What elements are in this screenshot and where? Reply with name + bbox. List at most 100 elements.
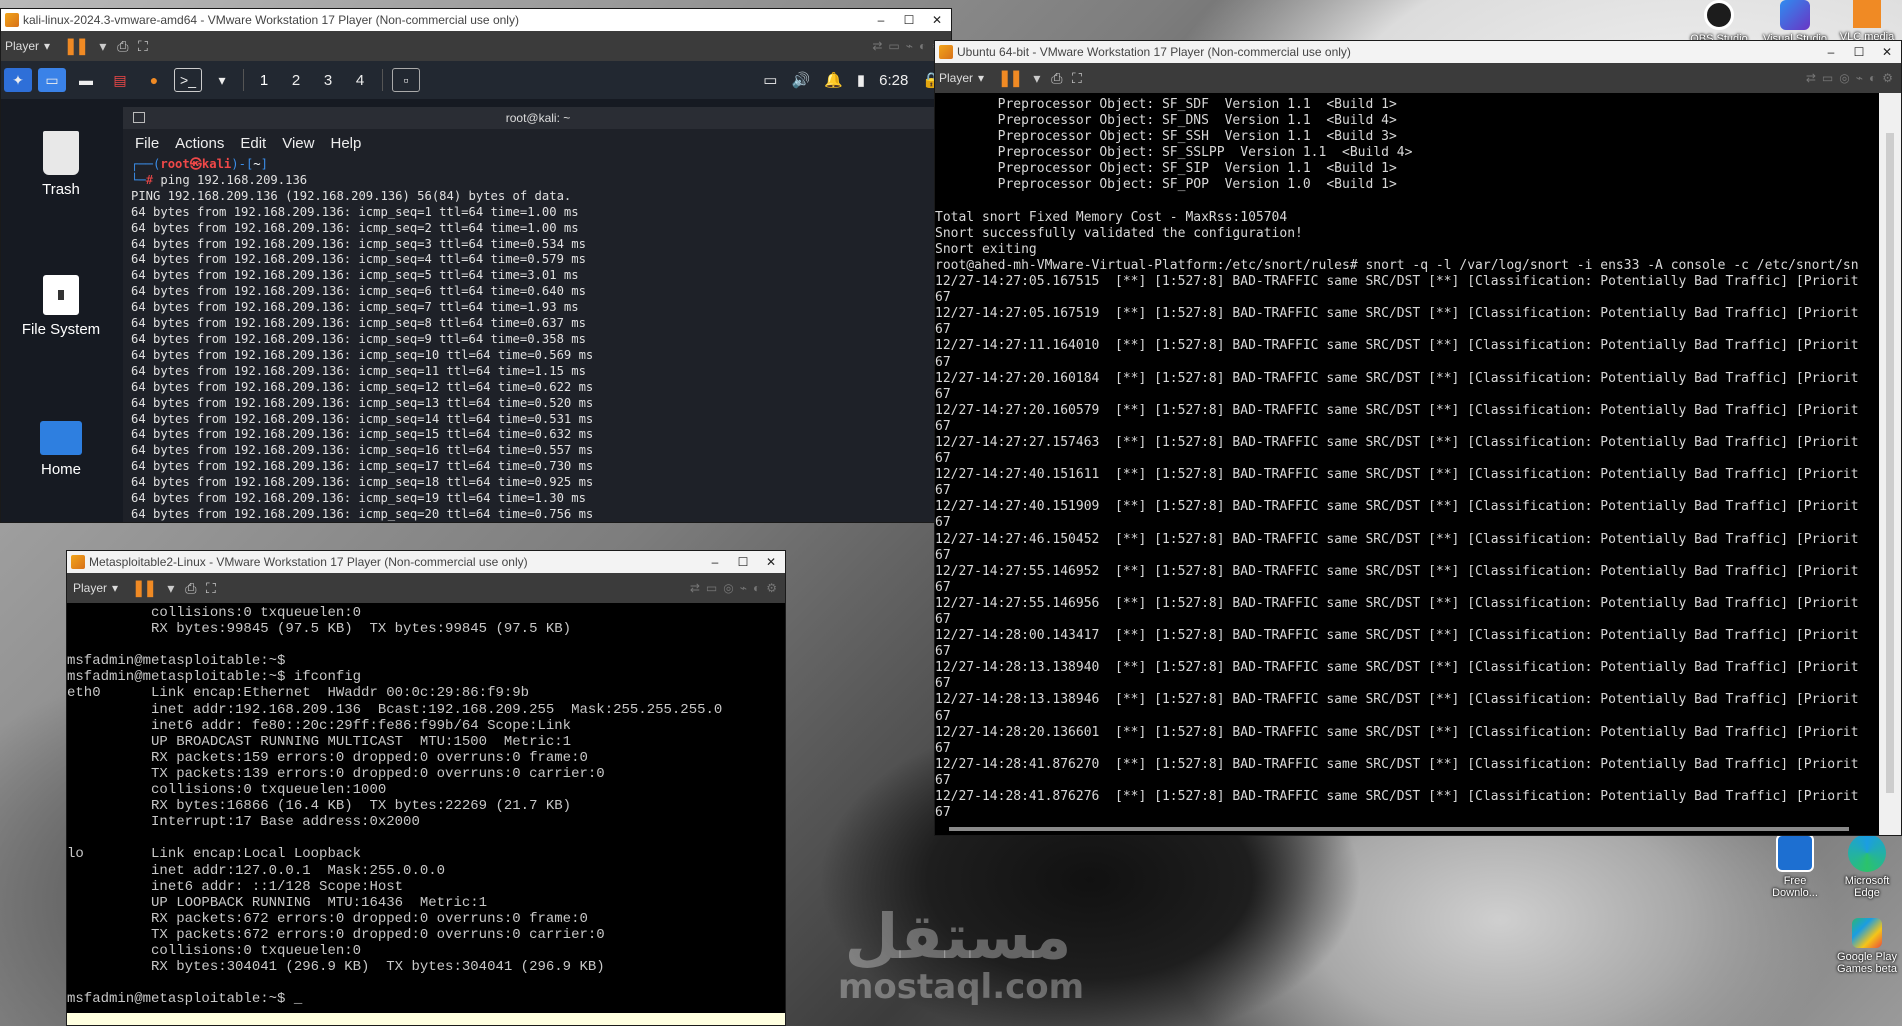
taskbar-terminal-icon[interactable]: ▫	[392, 68, 420, 92]
player-label: Player	[939, 71, 974, 85]
sound-icon[interactable]: ◐	[753, 581, 760, 595]
firefox-icon[interactable]: ●	[140, 68, 168, 92]
menu-help[interactable]: Help	[330, 135, 361, 152]
ubuntu-vm-window[interactable]: Ubuntu 64-bit - VMware Workstation 17 Pl…	[934, 40, 1902, 836]
settings-icon[interactable]: ⚙	[1882, 71, 1893, 85]
ubuntu-console[interactable]: Preprocessor Object: SF_SDF Version 1.1 …	[935, 93, 1881, 835]
pause-icon[interactable]: ❚❚	[992, 68, 1027, 88]
player-menu-button[interactable]: Player ▾	[935, 71, 992, 85]
desktop-icon-visual-studio[interactable]: Visual Studio	[1760, 0, 1830, 45]
download-manager-icon	[1776, 834, 1814, 872]
metasploitable-console[interactable]: collisions:0 txqueuelen:0 RX bytes:99845…	[67, 603, 785, 1025]
sound-icon[interactable]: ◐	[919, 39, 926, 53]
clock[interactable]: 6:28	[879, 72, 908, 89]
kali-vm-window[interactable]: kali-linux-2024.3-vmware-amd64 - VMware …	[0, 8, 952, 523]
menu-edit[interactable]: Edit	[240, 135, 266, 152]
fullscreen-icon[interactable]: ⛶	[133, 38, 153, 55]
network-icon[interactable]: ⇄	[1806, 71, 1816, 85]
workspace-2[interactable]: 2	[280, 72, 312, 89]
network-icon[interactable]: ⇄	[690, 581, 700, 595]
minimize-icon[interactable]: –	[701, 555, 729, 569]
usb-icon[interactable]: ⌁	[740, 581, 747, 595]
vmware-icon	[5, 13, 19, 27]
player-menu-button[interactable]: Player ▾	[67, 581, 126, 595]
network-icon[interactable]: ⇄	[872, 39, 882, 53]
metasploitable-titlebar[interactable]: Metasploitable2-Linux - VMware Workstati…	[67, 551, 785, 573]
kali-menu-icon[interactable]: ✦	[4, 68, 32, 92]
disk-icon[interactable]: ▭	[1822, 71, 1833, 85]
minimize-icon[interactable]: –	[1817, 45, 1845, 59]
fullscreen-icon[interactable]: ⛶	[201, 580, 221, 597]
google-play-games-icon	[1852, 918, 1882, 948]
close-icon[interactable]: ✕	[923, 13, 951, 27]
player-menu-button[interactable]: Player ▾	[1, 39, 58, 53]
desktop-icon-label: Microsoft Edge	[1844, 875, 1890, 899]
workspace-3[interactable]: 3	[312, 72, 344, 89]
maximize-icon[interactable]: ☐	[1845, 45, 1873, 59]
scrollbar-thumb[interactable]	[1886, 133, 1894, 793]
ping-output: PING 192.168.209.136 (192.168.209.136) 5…	[131, 188, 594, 521]
vertical-scrollbar[interactable]	[1879, 93, 1901, 835]
chevron-down-icon[interactable]: ▾	[1027, 70, 1047, 87]
send-ctrl-alt-del-icon[interactable]: ⎙	[113, 38, 133, 55]
metasploitable-vm-window[interactable]: Metasploitable2-Linux - VMware Workstati…	[66, 550, 786, 1026]
desktop-icon-free-download[interactable]: Free Downlo...	[1760, 834, 1830, 899]
desktop-icon-edge[interactable]: Microsoft Edge	[1832, 834, 1902, 899]
pause-icon[interactable]: ❚❚	[126, 578, 161, 598]
desktop-icon-obs[interactable]: OBS Studio	[1684, 0, 1754, 45]
ifconfig-output: collisions:0 txqueuelen:0 RX bytes:99845…	[67, 605, 723, 1008]
usb-icon[interactable]: ⌁	[1856, 71, 1863, 85]
show-desktop-icon[interactable]: ▭	[38, 68, 66, 92]
settings-icon[interactable]: ⚙	[766, 581, 777, 595]
kali-terminal-window[interactable]: root@kali: ~ File Actions Edit View Help…	[123, 107, 951, 522]
menu-actions[interactable]: Actions	[175, 135, 224, 152]
text-editor-icon[interactable]: ▤	[106, 68, 134, 92]
desktop-icon-file-system[interactable]: File System	[11, 275, 111, 338]
sound-icon[interactable]: ◐	[1869, 71, 1876, 85]
chevron-down-icon[interactable]: ▾	[208, 68, 236, 92]
desktop-icon-trash[interactable]: Trash	[11, 131, 111, 198]
disk-icon[interactable]: ▭	[706, 581, 717, 595]
cd-icon[interactable]: ◎	[723, 581, 733, 595]
visual-studio-icon	[1780, 0, 1810, 30]
chevron-down-icon[interactable]: ▾	[161, 580, 181, 597]
maximize-icon[interactable]: ☐	[895, 13, 923, 27]
menu-view[interactable]: View	[282, 135, 314, 152]
console-status-strip	[67, 1013, 785, 1025]
close-icon[interactable]: ✕	[757, 555, 785, 569]
battery-icon[interactable]: ▮	[857, 71, 865, 89]
watermark-arabic: مستقل	[844, 900, 1072, 973]
fullscreen-icon[interactable]: ⛶	[1067, 70, 1087, 87]
pause-icon[interactable]: ❚❚	[58, 36, 93, 56]
menu-file[interactable]: File	[135, 135, 159, 152]
desktop-icon-google-play-games[interactable]: Google Play Games beta	[1832, 918, 1902, 975]
desktop-icon-label: Free Downlo...	[1772, 875, 1818, 899]
window-title: Metasploitable2-Linux - VMware Workstati…	[89, 555, 528, 569]
terminal-titlebar[interactable]: root@kali: ~	[123, 107, 951, 129]
chevron-down-icon: ▾	[44, 39, 51, 53]
chevron-down-icon: ▾	[978, 71, 985, 85]
workspace-4[interactable]: 4	[344, 72, 376, 89]
terminal-icon[interactable]: >_	[174, 68, 202, 92]
workspace-1[interactable]: 1	[248, 72, 280, 89]
terminal-output[interactable]: ┌──(root㉿kali)-[~] └─# ping 192.168.209.…	[123, 157, 951, 522]
horizontal-scrollbar[interactable]	[949, 827, 1849, 831]
usb-icon[interactable]: ⌁	[906, 39, 913, 53]
minimize-icon[interactable]: –	[867, 13, 895, 27]
file-manager-icon[interactable]: ▬	[72, 68, 100, 92]
volume-icon[interactable]: 🔊	[791, 71, 810, 89]
kali-titlebar[interactable]: kali-linux-2024.3-vmware-amd64 - VMware …	[1, 9, 951, 31]
chevron-down-icon[interactable]: ▾	[93, 38, 113, 55]
send-ctrl-alt-del-icon[interactable]: ⎙	[1047, 70, 1067, 87]
ubuntu-titlebar[interactable]: Ubuntu 64-bit - VMware Workstation 17 Pl…	[935, 41, 1901, 63]
notifications-icon[interactable]: 🔔	[824, 71, 843, 89]
display-icon[interactable]: ▭	[763, 71, 777, 89]
disk-icon[interactable]: ▭	[888, 39, 899, 53]
desktop-icon-vlc[interactable]: VLC media	[1834, 0, 1900, 43]
desktop-icon-home[interactable]: Home	[11, 421, 111, 478]
maximize-icon[interactable]: ☐	[729, 555, 757, 569]
kali-vmware-toolbar: Player ▾ ❚❚ ▾ ⎙ ⛶ ⇄ ▭ ⌁ ◐ ⚙	[1, 31, 951, 61]
cd-icon[interactable]: ◎	[1839, 71, 1849, 85]
send-ctrl-alt-del-icon[interactable]: ⎙	[181, 580, 201, 597]
close-icon[interactable]: ✕	[1873, 45, 1901, 59]
